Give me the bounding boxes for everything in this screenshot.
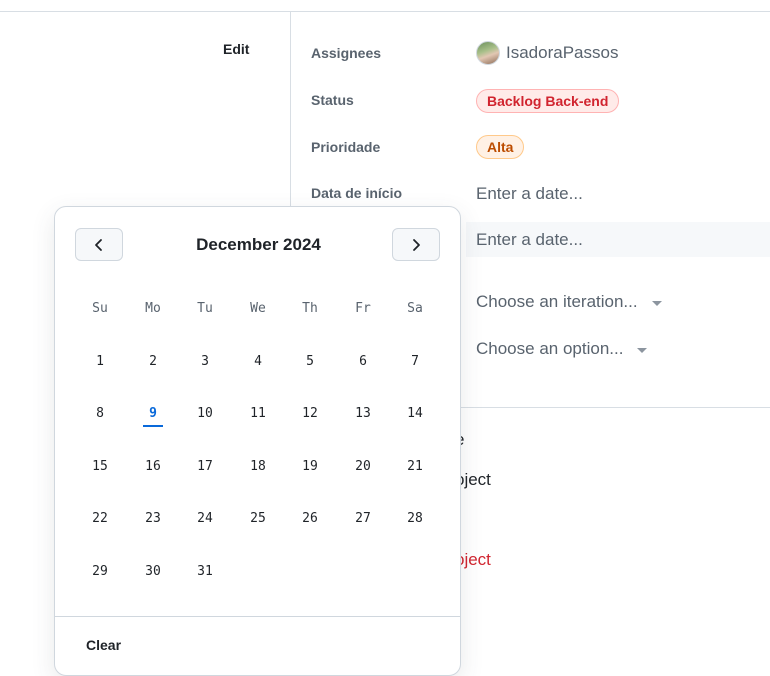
calendar-day[interactable]: 24	[179, 511, 231, 526]
calendar-day-today[interactable]: 9	[127, 406, 179, 421]
weekday-label: Th	[302, 301, 318, 316]
priority-label: Prioridade	[311, 139, 381, 155]
calendar-day[interactable]: 6	[337, 354, 389, 369]
calendar-footer-divider	[55, 616, 460, 617]
calendar-day[interactable]: 18	[232, 459, 284, 474]
calendar-day[interactable]: 23	[127, 511, 179, 526]
calendar-day[interactable]: 15	[74, 459, 126, 474]
calendar-day[interactable]: 27	[337, 511, 389, 526]
status-label: Status	[311, 92, 354, 108]
calendar-day[interactable]: 20	[337, 459, 389, 474]
calendar-day[interactable]: 2	[127, 354, 179, 369]
weekday-label: Mo	[145, 301, 161, 316]
today-indicator	[143, 425, 163, 427]
triangle-down-icon	[637, 347, 648, 353]
top-divider	[0, 11, 770, 12]
weekday-label: Su	[92, 301, 108, 316]
calendar-day[interactable]: 28	[389, 511, 441, 526]
priority-badge[interactable]: Alta	[476, 135, 525, 159]
calendar-day[interactable]: 11	[232, 406, 284, 421]
calendar-day[interactable]: 7	[389, 354, 441, 369]
option-select[interactable]: Choose an option...	[476, 339, 648, 359]
iteration-select-label: Choose an iteration...	[476, 292, 638, 311]
assignee-item[interactable]: IsadoraPassos	[476, 41, 618, 65]
calendar-day[interactable]: 8	[74, 406, 126, 421]
calendar-day[interactable]: 10	[179, 406, 231, 421]
calendar-day[interactable]: 21	[389, 459, 441, 474]
calendar-day[interactable]: 4	[232, 354, 284, 369]
iteration-select[interactable]: Choose an iteration...	[476, 292, 662, 312]
avatar	[476, 41, 500, 65]
assignee-name: IsadoraPassos	[506, 43, 619, 62]
calendar-day[interactable]: 1	[74, 354, 126, 369]
option-select-label: Choose an option...	[476, 339, 624, 358]
weekday-label: Sa	[407, 301, 423, 316]
calendar-day[interactable]: 29	[74, 564, 126, 579]
calendar-day[interactable]: 17	[179, 459, 231, 474]
status-badge[interactable]: Backlog Back-end	[476, 89, 620, 113]
calendar-day[interactable]: 14	[389, 406, 441, 421]
calendar-day[interactable]: 13	[337, 406, 389, 421]
calendar-day[interactable]: 30	[127, 564, 179, 579]
calendar-day[interactable]: 25	[232, 511, 284, 526]
calendar-day[interactable]: 22	[74, 511, 126, 526]
calendar-day[interactable]: 31	[179, 564, 231, 579]
calendar-day[interactable]: 26	[284, 511, 336, 526]
end-date-input[interactable]: Enter a date...	[476, 230, 583, 250]
weekday-label: Fr	[355, 301, 371, 316]
edit-link[interactable]: Edit	[223, 41, 249, 57]
weekday-label: Tu	[197, 301, 213, 316]
assignees-label: Assignees	[311, 45, 382, 61]
next-month-button[interactable]	[392, 228, 440, 261]
chevron-right-icon	[413, 238, 420, 251]
calendar-day[interactable]: 3	[179, 354, 231, 369]
date-picker-popover: December 2024 Su Mo Tu We Th Fr Sa 1 2 3 4 5 6 7 8 9 10 1…	[54, 206, 461, 676]
start-date-label: Data de início	[311, 185, 403, 201]
weekday-label: We	[250, 301, 266, 316]
triangle-down-icon	[651, 300, 662, 306]
clear-button[interactable]: Clear	[86, 637, 121, 653]
calendar-day[interactable]: 19	[284, 459, 336, 474]
calendar-day[interactable]: 12	[284, 406, 336, 421]
calendar-day[interactable]: 16	[127, 459, 179, 474]
calendar-day[interactable]: 5	[284, 354, 336, 369]
start-date-input[interactable]: Enter a date...	[476, 184, 583, 204]
